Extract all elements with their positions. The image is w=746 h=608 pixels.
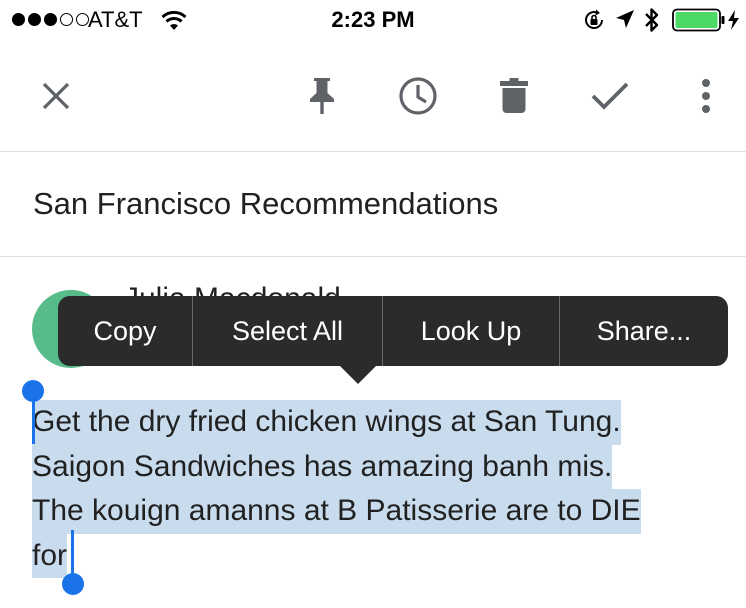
delete-button[interactable] [492, 74, 536, 118]
pin-icon [310, 78, 334, 114]
title-divider [0, 256, 746, 257]
more-vert-icon [702, 79, 710, 113]
selected-text-line: Get the dry fried chicken wings at San T… [32, 400, 621, 445]
selected-text-line: The kouign amanns at B Patisserie are to… [32, 489, 641, 534]
edit-menu: Copy Select All Look Up Share... [58, 296, 728, 366]
edit-menu-pointer [340, 366, 376, 384]
copy-menu-item[interactable]: Copy [58, 296, 192, 366]
close-button[interactable] [34, 74, 78, 118]
selected-text-line: for [32, 533, 68, 578]
trash-icon [500, 78, 528, 113]
pin-button[interactable] [300, 74, 344, 118]
note-body[interactable]: Get the dry fried chicken wings at San T… [32, 400, 722, 578]
editor-toolbar [0, 40, 746, 152]
selection-end-handle[interactable] [62, 573, 84, 595]
bluetooth-icon [643, 6, 661, 39]
check-icon [591, 82, 629, 110]
location-arrow-icon [614, 8, 636, 35]
share-menu-item[interactable]: Share... [560, 296, 728, 366]
close-icon [42, 82, 70, 110]
reminder-button[interactable] [396, 74, 440, 118]
reminder-clock-icon [399, 77, 437, 115]
more-options-button[interactable] [684, 74, 728, 118]
note-title[interactable]: San Francisco Recommendations [33, 186, 498, 222]
rotation-lock-icon [582, 8, 606, 37]
selection-start-caret [32, 396, 35, 444]
status-bar: AT&T 2:23 PM [0, 0, 746, 40]
done-button[interactable] [588, 74, 632, 118]
selected-text-line: Saigon Sandwiches has amazing banh mis. [32, 444, 613, 489]
battery-charging-icon [672, 8, 742, 37]
select-all-menu-item[interactable]: Select All [193, 296, 382, 366]
look-up-menu-item[interactable]: Look Up [383, 296, 559, 366]
